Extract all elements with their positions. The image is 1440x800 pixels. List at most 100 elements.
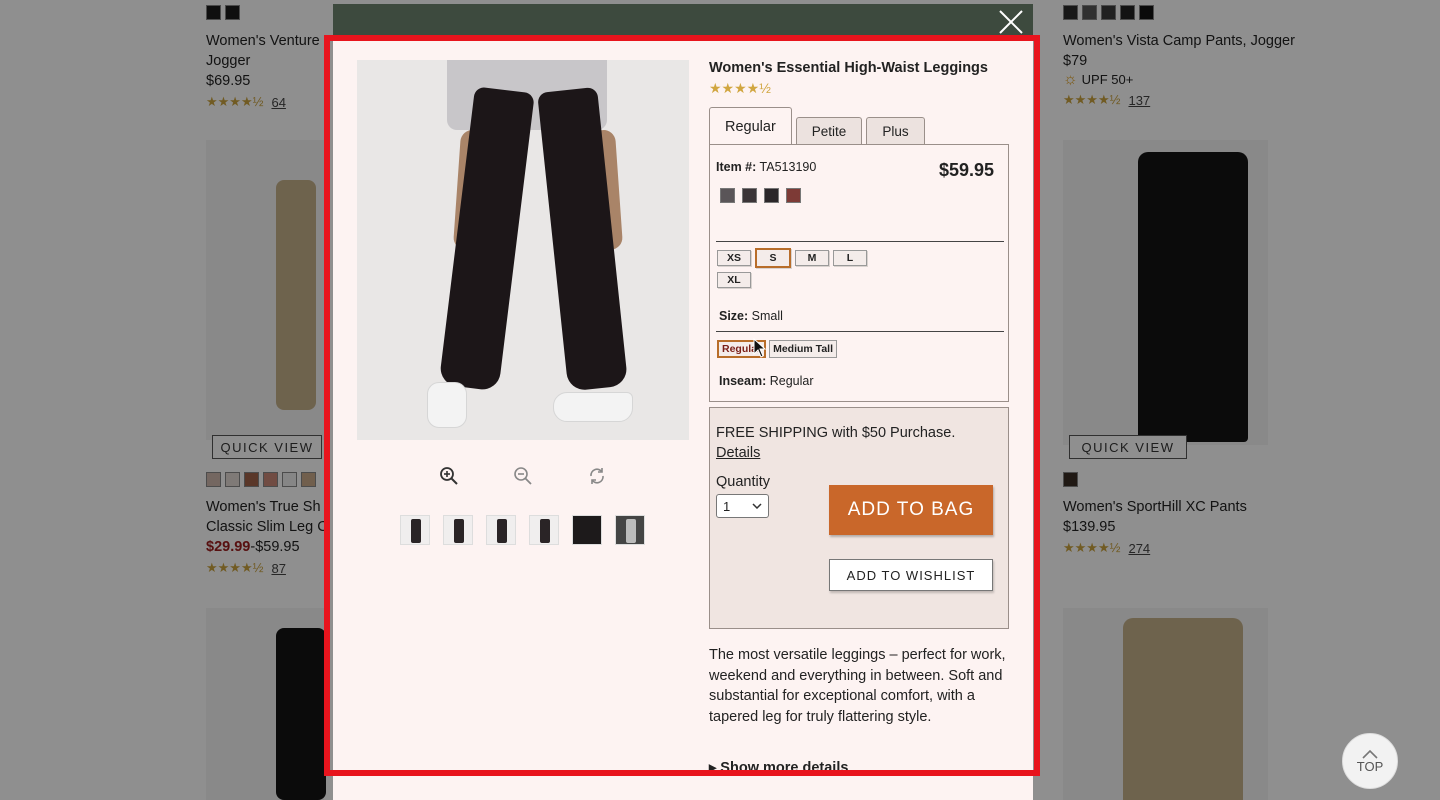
size-xl-button[interactable]: XL bbox=[717, 272, 751, 288]
item-number-value: TA513190 bbox=[759, 160, 817, 174]
product-title: Women's Essential High-Waist Leggings bbox=[709, 60, 988, 76]
thumbnail-figure bbox=[497, 519, 507, 543]
thumbnail-strip bbox=[400, 515, 645, 545]
product-price: $79 bbox=[1063, 53, 1088, 69]
product-price: $139.95 bbox=[1063, 519, 1116, 535]
color-swatch[interactable] bbox=[263, 472, 278, 487]
rotate-icon[interactable] bbox=[581, 460, 613, 492]
shipping-details-link[interactable]: Details bbox=[716, 443, 955, 463]
back-to-top-label: TOP bbox=[1356, 758, 1384, 774]
color-swatch[interactable] bbox=[244, 472, 259, 487]
zoom-out-icon[interactable] bbox=[507, 460, 539, 492]
item-number: Item #: TA513190 bbox=[716, 160, 816, 174]
thumbnail-image[interactable] bbox=[572, 515, 602, 545]
color-swatch[interactable] bbox=[764, 188, 779, 203]
quick-view-modal: Women's Essential High-Waist Leggings ★★… bbox=[333, 40, 1033, 800]
inseam-medium-tall-button[interactable]: Medium Tall bbox=[769, 340, 837, 358]
product-description: The most versatile leggings – perfect fo… bbox=[709, 647, 1006, 725]
color-swatch[interactable] bbox=[720, 188, 735, 203]
thumbnail-image[interactable] bbox=[443, 515, 473, 545]
color-swatch[interactable] bbox=[282, 472, 297, 487]
size-xs-button[interactable]: XS bbox=[717, 250, 751, 266]
close-icon[interactable] bbox=[996, 8, 1026, 38]
image-tools bbox=[433, 460, 613, 492]
modal-header bbox=[333, 4, 1033, 40]
star-rating-icon: ★★★★½ bbox=[1063, 92, 1121, 107]
divider bbox=[716, 331, 1004, 332]
review-count-link[interactable]: 87 bbox=[271, 561, 285, 576]
size-options: XS S M L XL bbox=[717, 248, 887, 288]
thumbnail-image[interactable] bbox=[400, 515, 430, 545]
color-swatch[interactable] bbox=[1139, 5, 1154, 20]
color-swatches bbox=[1063, 472, 1323, 487]
inseam-label: Inseam: bbox=[719, 374, 767, 388]
color-swatch[interactable] bbox=[225, 5, 240, 20]
star-rating-icon[interactable]: ★★★★½ bbox=[709, 80, 771, 97]
quick-view-button[interactable]: QUICK VIEW bbox=[1069, 435, 1187, 459]
thumbnail-image[interactable] bbox=[529, 515, 559, 545]
product-name[interactable]: Women's SportHill XC Pants bbox=[1063, 497, 1323, 517]
regular-price: -$59.95 bbox=[250, 539, 300, 555]
color-swatches bbox=[1063, 5, 1323, 20]
color-swatch[interactable] bbox=[1082, 5, 1097, 20]
back-to-top-button[interactable]: TOP bbox=[1342, 733, 1398, 789]
chevron-up-icon bbox=[1362, 749, 1378, 759]
star-rating-icon: ★★★★½ bbox=[206, 94, 264, 109]
color-swatch[interactable] bbox=[1101, 5, 1116, 20]
review-count-link[interactable]: 274 bbox=[1128, 541, 1150, 556]
tab-regular[interactable]: Regular bbox=[709, 107, 792, 145]
product-price: $59.95 bbox=[938, 160, 994, 180]
thumbnail-figure bbox=[454, 519, 464, 543]
star-rating-icon: ★★★★½ bbox=[206, 560, 264, 575]
quantity-select[interactable]: 1 bbox=[716, 494, 769, 518]
black-pants-shape bbox=[1138, 152, 1248, 442]
size-value: Small bbox=[751, 309, 783, 323]
quantity-label: Quantity bbox=[716, 474, 770, 490]
color-swatch[interactable] bbox=[786, 188, 801, 203]
product-card-sporthill[interactable]: Women's SportHill XC Pants $139.95 ★★★★½… bbox=[1063, 472, 1323, 556]
product-image[interactable] bbox=[1063, 140, 1268, 445]
mouse-cursor-icon bbox=[753, 338, 767, 358]
color-swatch[interactable] bbox=[1120, 5, 1135, 20]
product-card-vista-camp[interactable]: Women's Vista Camp Pants, Jogger $79 ☼ U… bbox=[1063, 5, 1323, 108]
quick-view-button[interactable]: QUICK VIEW bbox=[212, 435, 322, 459]
product-name[interactable]: Women's Vista Camp Pants, Jogger bbox=[1063, 31, 1323, 51]
thumbnail-figure bbox=[540, 519, 550, 543]
add-to-wishlist-button[interactable]: ADD TO WISHLIST bbox=[829, 559, 993, 591]
review-count-link[interactable]: 64 bbox=[271, 95, 285, 110]
color-swatch[interactable] bbox=[1063, 472, 1078, 487]
thumbnail-image[interactable] bbox=[486, 515, 516, 545]
product-image[interactable] bbox=[1063, 608, 1268, 800]
khaki-pants-shape bbox=[1123, 618, 1243, 800]
color-swatch[interactable] bbox=[301, 472, 316, 487]
tab-petite[interactable]: Petite bbox=[795, 117, 863, 145]
shoe-shape bbox=[427, 382, 467, 428]
add-to-bag-button[interactable]: ADD TO BAG bbox=[829, 485, 993, 535]
product-image[interactable] bbox=[206, 608, 326, 800]
thumbnail-image[interactable] bbox=[615, 515, 645, 545]
fit-tabs: Regular Petite Plus bbox=[709, 107, 929, 145]
shipping-info: FREE SHIPPING with $50 Purchase. Details bbox=[716, 423, 955, 463]
size-l-button[interactable]: L bbox=[833, 250, 867, 266]
color-swatch[interactable] bbox=[1063, 5, 1078, 20]
divider bbox=[716, 241, 1004, 242]
zoom-in-icon[interactable] bbox=[433, 460, 465, 492]
color-swatch[interactable] bbox=[225, 472, 240, 487]
color-swatch[interactable] bbox=[742, 188, 757, 203]
rating: ★★★★½ 137 bbox=[1063, 92, 1323, 108]
review-count-link[interactable]: 137 bbox=[1128, 93, 1150, 108]
show-more-details-link[interactable]: ▸ Show more details bbox=[709, 760, 848, 776]
color-swatch[interactable] bbox=[206, 5, 221, 20]
thumbnail-figure bbox=[626, 519, 636, 543]
size-m-button[interactable]: M bbox=[795, 250, 829, 266]
product-image[interactable] bbox=[206, 140, 324, 440]
main-product-image[interactable] bbox=[357, 60, 689, 440]
black-pants-shape bbox=[276, 628, 326, 800]
size-s-button[interactable]: S bbox=[755, 248, 791, 268]
thumbnail-figure bbox=[411, 519, 421, 543]
options-panel: Item #: TA513190 $59.95 XS S M L XL Size… bbox=[709, 144, 1009, 402]
inseam-value: Regular bbox=[769, 374, 814, 388]
color-swatch[interactable] bbox=[206, 472, 221, 487]
tab-plus[interactable]: Plus bbox=[866, 117, 925, 145]
sun-icon: ☼ bbox=[1063, 71, 1078, 88]
